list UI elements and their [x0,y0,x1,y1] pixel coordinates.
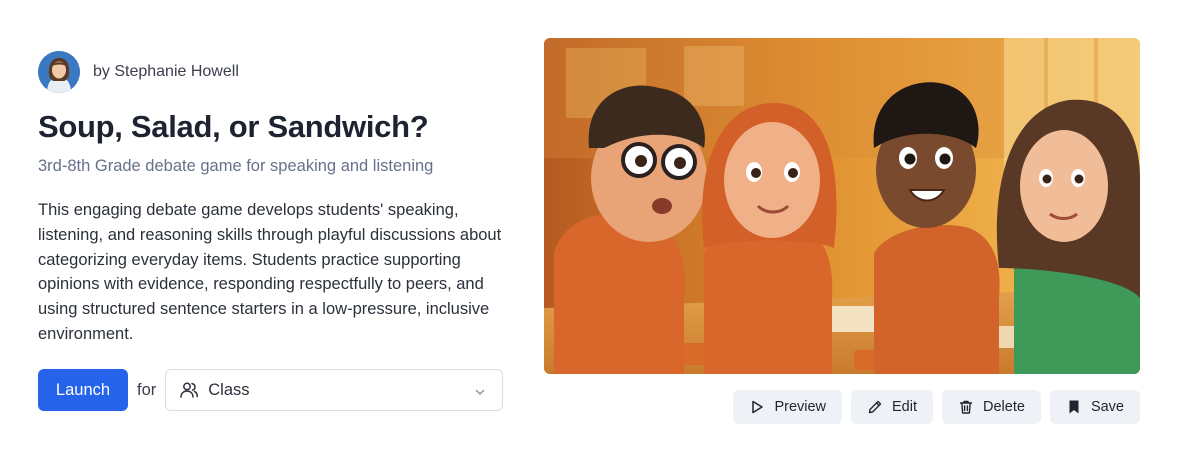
author-name[interactable]: by Stephanie Howell [93,63,239,81]
class-select[interactable]: Class [165,369,504,411]
preview-button[interactable]: Preview [733,390,843,424]
bookmark-icon [1066,399,1082,415]
edit-label: Edit [892,399,918,415]
activity-title: Soup, Salad, or Sandwich? [38,109,429,144]
save-button[interactable]: Save [1049,390,1140,424]
delete-label: Delete [983,399,1025,415]
save-label: Save [1090,399,1124,415]
for-label: for [137,380,157,399]
author-avatar[interactable] [38,51,80,93]
delete-button[interactable]: Delete [942,390,1041,424]
activity-actions: Preview Edit Delete Save [733,390,1140,424]
users-icon [179,380,199,400]
activity-subtitle: 3rd-8th Grade debate game for speaking a… [38,157,434,175]
trash-icon [958,399,974,415]
author-row: by Stephanie Howell [38,51,239,93]
preview-label: Preview [774,399,827,415]
play-icon [749,399,765,415]
activity-description: This engaging debate game develops stude… [38,201,502,343]
class-select-value: Class [208,380,250,399]
activity-cover-image [544,38,1140,374]
launch-button[interactable]: Launch [38,369,128,411]
launch-row: Launch for Class [38,369,504,411]
edit-button[interactable]: Edit [851,390,934,424]
pencil-icon [867,399,883,415]
chevron-down-icon [474,385,486,403]
